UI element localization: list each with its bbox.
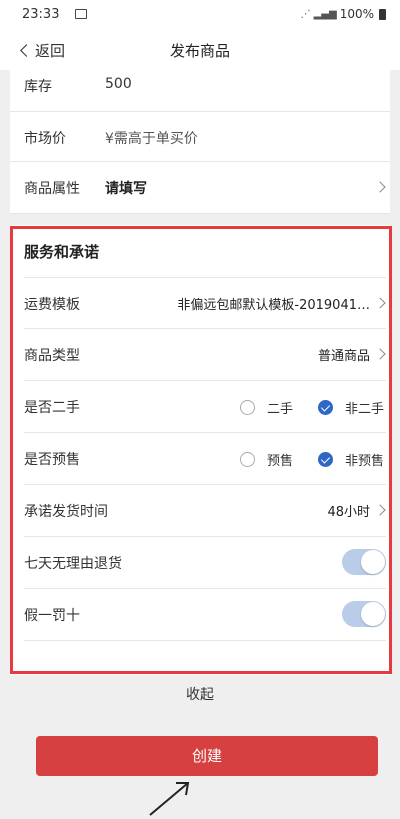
battery-level: 100% xyxy=(339,7,374,21)
stock-row[interactable]: 库存 500 xyxy=(10,66,390,112)
services-section: 服务和承诺 运费模板 非偏远包邮默认模板-2019041… 商品类型 普通商品 … xyxy=(10,225,390,675)
product-type-row[interactable]: 商品类型 普通商品 xyxy=(24,329,386,381)
status-bar: 23:33 ⋰ ▂▄▆ 100% xyxy=(0,0,400,30)
presale-label: 是否预售 xyxy=(24,452,80,468)
nav-bar: 返回 发布商品 xyxy=(0,30,400,70)
presale-yes-label: 预售 xyxy=(267,454,294,469)
chevron-right-icon xyxy=(374,348,386,360)
market-price-label: 市场价 xyxy=(24,131,66,147)
chevron-right-icon xyxy=(374,181,386,193)
presale-no-label: 非预售 xyxy=(345,454,385,469)
chevron-right-icon xyxy=(374,297,386,309)
fake-penalty-row: 假一罚十 xyxy=(24,589,386,641)
seven-day-return-toggle[interactable] xyxy=(342,549,386,575)
seven-day-return-row: 七天无理由退货 xyxy=(24,537,386,589)
status-indicators: ⋰ ▂▄▆ 100% xyxy=(301,7,386,21)
create-button[interactable]: 创建 xyxy=(36,736,378,776)
secondhand-row: 是否二手 二手 非二手 xyxy=(24,381,386,433)
stock-label: 库存 xyxy=(24,79,52,95)
market-price-input[interactable]: ¥需高于单买价 xyxy=(105,128,198,148)
product-type-label: 商品类型 xyxy=(24,348,80,364)
radio-checked-icon xyxy=(318,400,333,415)
seven-day-return-label: 七天无理由退货 xyxy=(24,556,122,572)
fake-penalty-toggle[interactable] xyxy=(342,601,386,627)
secondhand-label: 是否二手 xyxy=(24,400,80,416)
radio-unchecked-icon xyxy=(240,452,255,467)
secondhand-option-no[interactable]: 非二手 xyxy=(318,398,384,417)
toggle-knob xyxy=(361,550,385,574)
presale-option-yes[interactable]: 预售 xyxy=(240,450,293,469)
services-title: 服务和承诺 xyxy=(24,243,100,261)
page-title: 发布商品 xyxy=(169,42,230,60)
chevron-right-icon xyxy=(374,504,386,516)
collapse-link[interactable]: 收起 xyxy=(0,684,400,704)
attributes-value[interactable]: 请填写 xyxy=(105,178,147,198)
market-price-row[interactable]: 市场价 ¥需高于单买价 xyxy=(10,112,390,162)
wifi-icon: ⋰ xyxy=(300,8,311,20)
attributes-row[interactable]: 商品属性 请填写 xyxy=(10,162,390,214)
attributes-label: 商品属性 xyxy=(24,181,80,197)
radio-unchecked-icon xyxy=(240,400,255,415)
arrow-annotation-icon xyxy=(149,782,190,816)
ship-time-label: 承诺发货时间 xyxy=(24,504,108,520)
radio-checked-icon xyxy=(318,452,333,467)
toggle-knob xyxy=(361,602,385,626)
product-type-value[interactable]: 普通商品 xyxy=(318,345,370,364)
secondhand-no-label: 非二手 xyxy=(345,402,385,417)
stock-value[interactable]: 500 xyxy=(105,76,132,92)
shipping-template-value[interactable]: 非偏远包邮默认模板-2019041… xyxy=(177,294,370,313)
signal-icon: ▂▄▆ xyxy=(313,8,337,20)
ship-time-value[interactable]: 48小时 xyxy=(327,501,370,520)
image-notification-icon xyxy=(75,9,87,19)
ship-time-row[interactable]: 承诺发货时间 48小时 xyxy=(24,485,386,537)
shipping-template-label: 运费模板 xyxy=(24,297,80,313)
fake-penalty-label: 假一罚十 xyxy=(24,608,80,624)
battery-icon xyxy=(379,8,386,20)
secondhand-yes-label: 二手 xyxy=(267,402,294,417)
presale-option-no[interactable]: 非预售 xyxy=(318,450,384,469)
shipping-template-row[interactable]: 运费模板 非偏远包邮默认模板-2019041… xyxy=(24,277,386,329)
status-time: 23:33 xyxy=(22,7,60,22)
secondhand-option-yes[interactable]: 二手 xyxy=(240,398,293,417)
presale-row: 是否预售 预售 非预售 xyxy=(24,433,386,485)
